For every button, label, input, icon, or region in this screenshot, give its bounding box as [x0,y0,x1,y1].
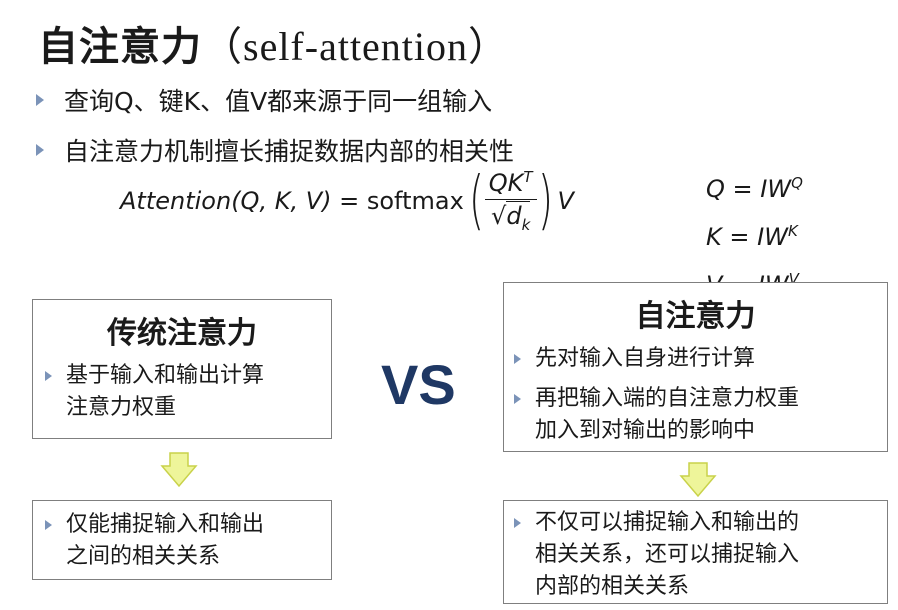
right-paren: ) [537,163,553,238]
bullet-triangle-icon [514,354,521,364]
traditional-attention-result-box: 仅能捕捉输入和输出 之间的相关关系 [32,500,332,580]
formula-fraction: QKT √dk [484,168,537,234]
self-attention-result-box: 不仅可以捕捉输入和输出的 相关关系，还可以捕捉输入 内部的相关关系 [503,500,888,604]
down-arrow-icon [160,452,198,488]
traditional-attention-box: 传统注意力 基于输入和输出计算 注意力权重 [32,299,332,439]
sqrt-icon: √ [491,202,507,230]
traditional-attention-result: 仅能捕捉输入和输出 之间的相关关系 [45,509,331,573]
equation-q: Q = IWQ [706,174,803,203]
fraction-numerator: QKT [484,168,537,200]
down-arrow-icon [679,462,717,498]
page-title: 自注意力（self-attention） [38,14,509,72]
bullet-1-text: 查询Q、键K、值V都来源于同一组输入 [64,87,493,116]
bullet-triangle-icon [45,371,52,381]
formula-lhs: Attention(Q, K, V) [120,186,332,215]
bullet-2-text: 自注意力机制擅长捕捉数据内部的相关性 [64,137,515,166]
vs-label: VS [381,353,456,416]
fraction-denominator: √dk [491,201,531,234]
traditional-attention-desc: 基于输入和输出计算 注意力权重 [45,360,331,424]
bullet-1: 查询Q、键K、值V都来源于同一组输入 [36,82,492,118]
bullet-triangle-icon [45,520,52,530]
bullet-triangle-icon [514,394,521,404]
attention-formula: Attention(Q, K, V) = softmax ( QKT √dk )… [120,168,574,234]
traditional-attention-title: 传统注意力 [107,316,257,351]
equation-k: K = IWK [706,222,798,251]
self-attention-item-1: 先对输入自身进行计算 [514,343,887,375]
left-paren: ( [468,163,484,238]
bullet-triangle-icon [36,144,44,156]
bullet-triangle-icon [514,518,521,528]
title-chinese: 自注意力 [38,24,202,70]
formula-softmax: = softmax [331,186,464,215]
self-attention-box: 自注意力 先对输入自身进行计算 再把输入端的自注意力权重 加入到对输出的影响中 [503,282,888,452]
self-attention-title: 自注意力 [635,299,756,334]
bullet-2: 自注意力机制擅长捕捉数据内部的相关性 [36,132,514,168]
title-latin: （self-attention） [202,24,510,69]
formula-tail: V [557,186,574,215]
bullet-triangle-icon [36,94,44,106]
self-attention-result: 不仅可以捕捉输入和输出的 相关关系，还可以捕捉输入 内部的相关关系 [514,507,887,603]
self-attention-item-2: 再把输入端的自注意力权重 加入到对输出的影响中 [514,383,887,447]
